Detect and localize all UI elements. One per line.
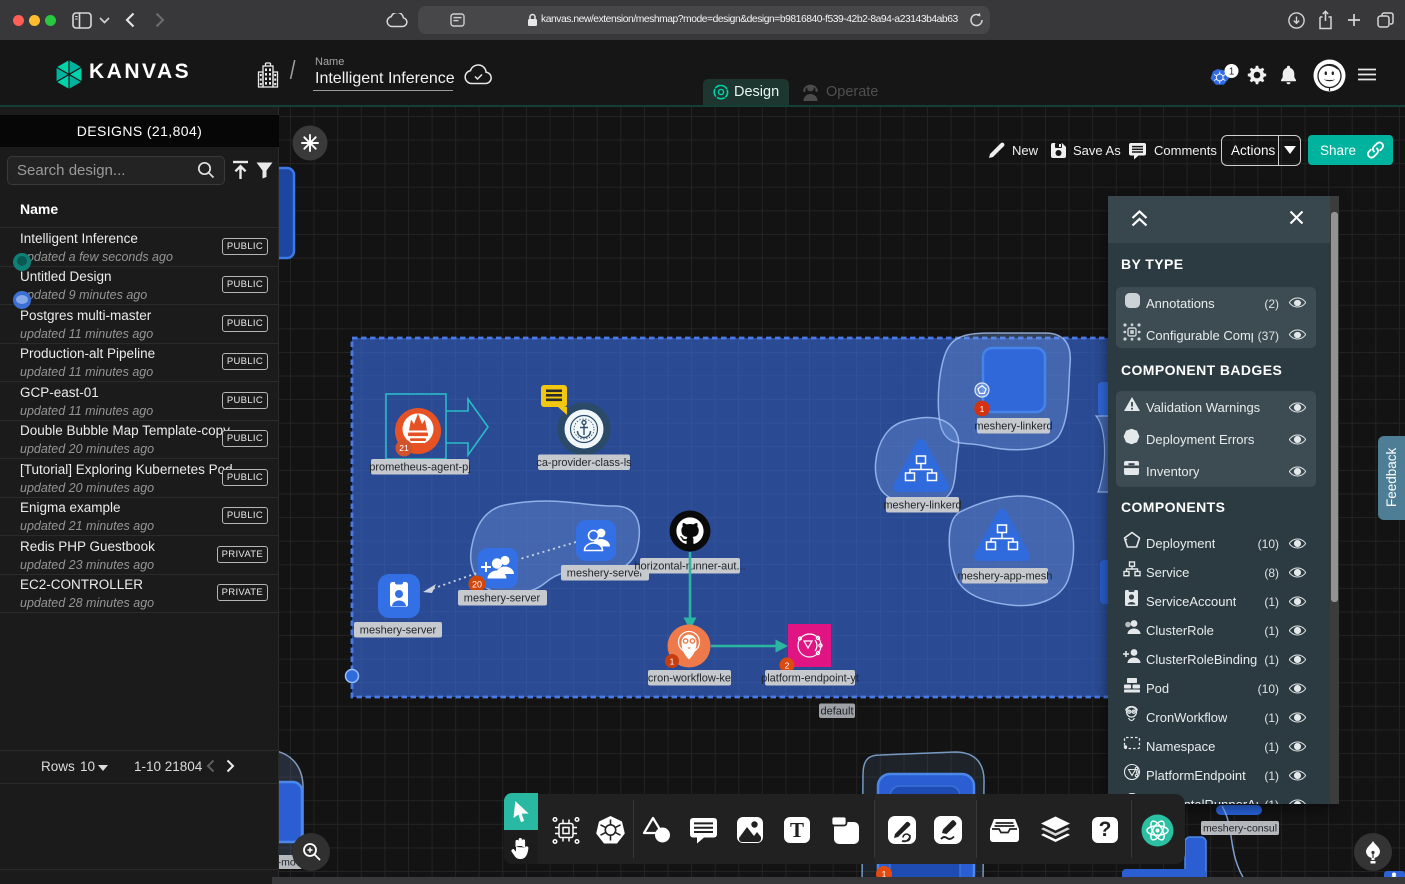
svg-text:default: default xyxy=(820,706,853,718)
svg-text:meshery-linkerd: meshery-linkerd xyxy=(974,421,1052,433)
svg-text:cron-workflow-ke: cron-workflow-ke xyxy=(648,673,731,685)
svg-text:1: 1 xyxy=(670,657,675,667)
svg-text:1: 1 xyxy=(1229,67,1235,78)
svg-text:20: 20 xyxy=(472,580,482,590)
svg-text:meshery-server: meshery-server xyxy=(567,568,644,580)
svg-text:meshery-server: meshery-server xyxy=(360,625,437,637)
svg-text:meshery-consul: meshery-consul xyxy=(1203,823,1277,835)
svg-text:2: 2 xyxy=(785,661,790,671)
svg-text:meshery-app-mesh: meshery-app-mesh xyxy=(958,571,1053,583)
svg-text:prometheus-agent-pj: prometheus-agent-pj xyxy=(369,462,471,474)
svg-text:platform-endpoint-yt: platform-endpoint-yt xyxy=(761,673,859,685)
svg-text:meshery-linkerd: meshery-linkerd xyxy=(883,500,961,512)
svg-text:meshery-server: meshery-server xyxy=(464,593,541,605)
svg-text:ca-provider-class-ls: ca-provider-class-ls xyxy=(536,457,632,469)
svg-text:1: 1 xyxy=(980,404,985,414)
svg-text:21: 21 xyxy=(399,443,409,453)
